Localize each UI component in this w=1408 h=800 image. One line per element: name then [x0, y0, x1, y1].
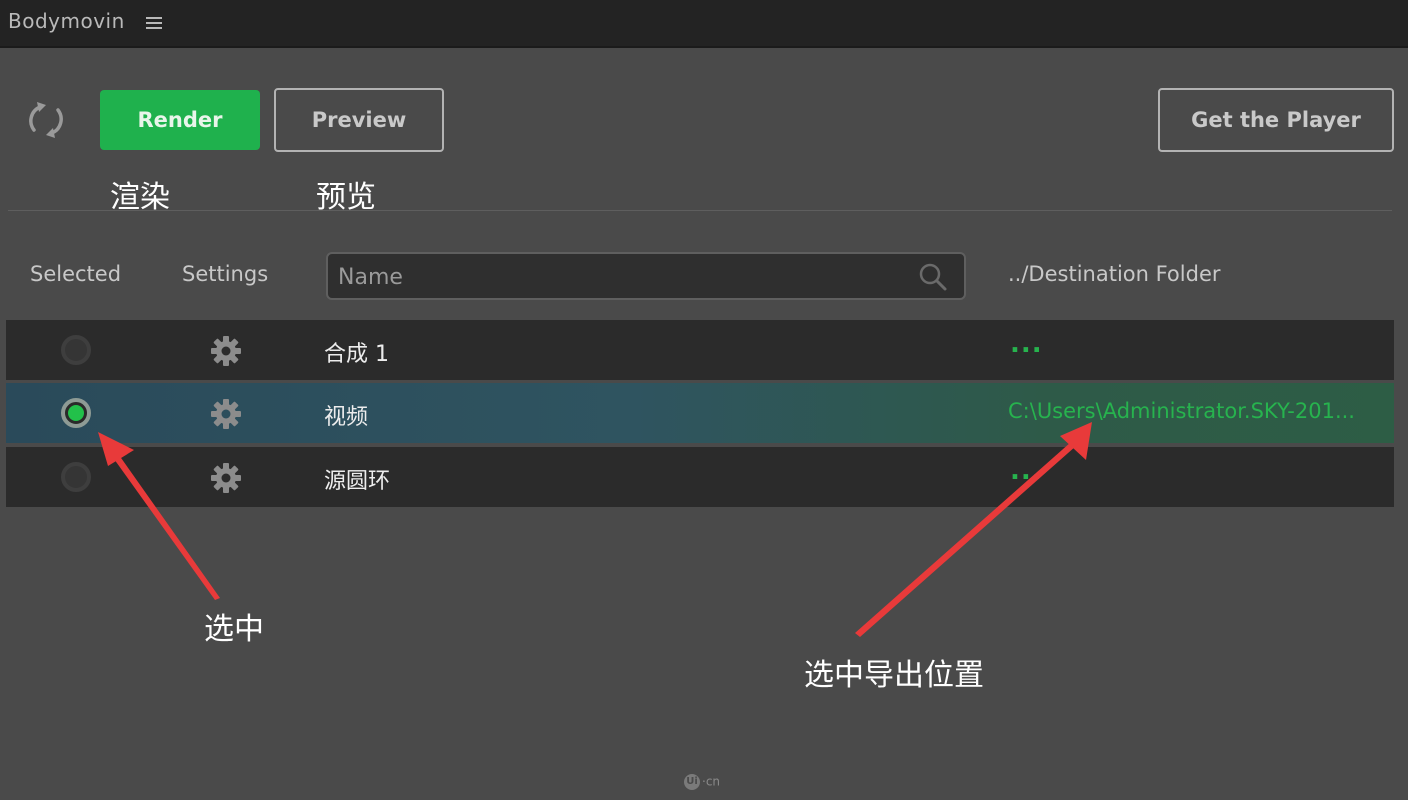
- gear-icon[interactable]: [209, 334, 243, 368]
- get-the-player-button[interactable]: Get the Player: [1158, 88, 1394, 152]
- selected-radio[interactable]: [61, 398, 91, 428]
- watermark-text: ·cn: [702, 774, 721, 789]
- render-button[interactable]: Render: [100, 90, 260, 150]
- toolbar-divider: [8, 210, 1392, 211]
- search-icon: [919, 263, 947, 291]
- table-row-selected[interactable]: 视频 C:\Users\Administrator.SKY-201...: [6, 383, 1394, 443]
- composition-name: 合成 1: [324, 342, 389, 367]
- panel-title: Bodymovin: [8, 9, 125, 33]
- hamburger-menu-icon[interactable]: [145, 14, 163, 32]
- column-header-settings: Settings: [182, 262, 269, 286]
- destination-browse-button[interactable]: ...: [1010, 331, 1043, 357]
- watermark-logo: Ui: [684, 774, 700, 790]
- table-row[interactable]: 源圆环 ...: [6, 447, 1394, 507]
- column-header-destination: ../Destination Folder: [1008, 262, 1221, 286]
- selected-radio[interactable]: [61, 335, 91, 365]
- gear-icon[interactable]: [209, 397, 243, 431]
- selected-radio[interactable]: [61, 462, 91, 492]
- gear-icon[interactable]: [209, 461, 243, 495]
- destination-path[interactable]: C:\Users\Administrator.SKY-201...: [1008, 399, 1378, 423]
- preview-button[interactable]: Preview: [274, 88, 444, 152]
- name-search-input[interactable]: [336, 260, 900, 294]
- search-box[interactable]: [326, 252, 966, 300]
- composition-name: 源圆环: [324, 469, 391, 494]
- column-header-selected: Selected: [30, 262, 122, 286]
- title-bar: Bodymovin: [0, 0, 1408, 48]
- watermark: Ui ·cn: [684, 774, 720, 790]
- bodymovin-panel: Bodymovin Render Preview Get the Player …: [0, 0, 1408, 800]
- composition-name: 视频: [324, 405, 369, 430]
- destination-browse-button[interactable]: ...: [1010, 458, 1043, 484]
- annotation-select: 选中: [204, 612, 264, 647]
- table-row[interactable]: 合成 1 ...: [6, 320, 1394, 380]
- annotation-export-location: 选中导出位置: [804, 658, 984, 693]
- refresh-icon[interactable]: [22, 96, 70, 144]
